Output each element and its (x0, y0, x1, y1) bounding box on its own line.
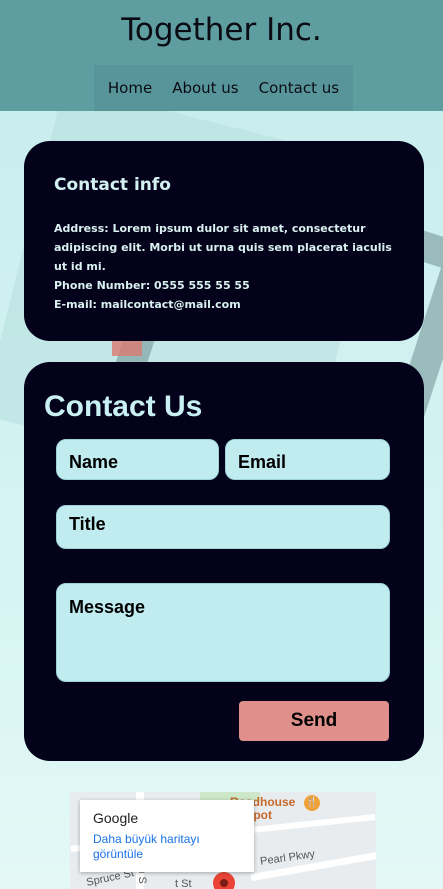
title-input[interactable]: Title (56, 505, 390, 549)
nav-home[interactable]: Home (108, 79, 152, 97)
site-brand: Together Inc. (121, 12, 322, 48)
nav-about-us[interactable]: About us (172, 79, 238, 97)
site-header: Together Inc. Home About us Contact us (0, 0, 443, 111)
nav-contact-us[interactable]: Contact us (259, 79, 339, 97)
contact-phone: Phone Number: 0555 555 55 55 (54, 279, 250, 292)
main-nav: Home About us Contact us (94, 65, 353, 111)
map-provider-label: Google (93, 810, 139, 826)
contact-form-card: Contact Us Name Email Title Message Send (24, 362, 424, 761)
send-button[interactable]: Send (239, 701, 389, 741)
contact-address: Address: Lorem ipsum dulor sit amet, con… (54, 222, 392, 273)
contact-form-title: Contact Us (44, 390, 203, 423)
google-map[interactable]: 🍴 Roadhouse r Depot Pearl Pkwy Spruce St… (70, 792, 376, 889)
map-street-label: t St (175, 878, 192, 889)
map-pin-icon[interactable] (213, 872, 235, 889)
contact-info-title: Contact info (54, 175, 171, 195)
message-textarea[interactable]: Message (56, 583, 390, 682)
name-input[interactable]: Name (56, 439, 219, 480)
contact-email: E-mail: mailcontact@mail.com (54, 298, 241, 311)
email-input[interactable]: Email (225, 439, 390, 480)
view-larger-map-link[interactable]: Daha büyük haritayı görüntüle (93, 832, 241, 862)
map-info-card: Google Daha büyük haritayı görüntüle (80, 800, 254, 872)
contact-info-card: Contact info Address: Lorem ipsum dulor … (24, 141, 424, 341)
restaurant-icon: 🍴 (304, 795, 320, 811)
